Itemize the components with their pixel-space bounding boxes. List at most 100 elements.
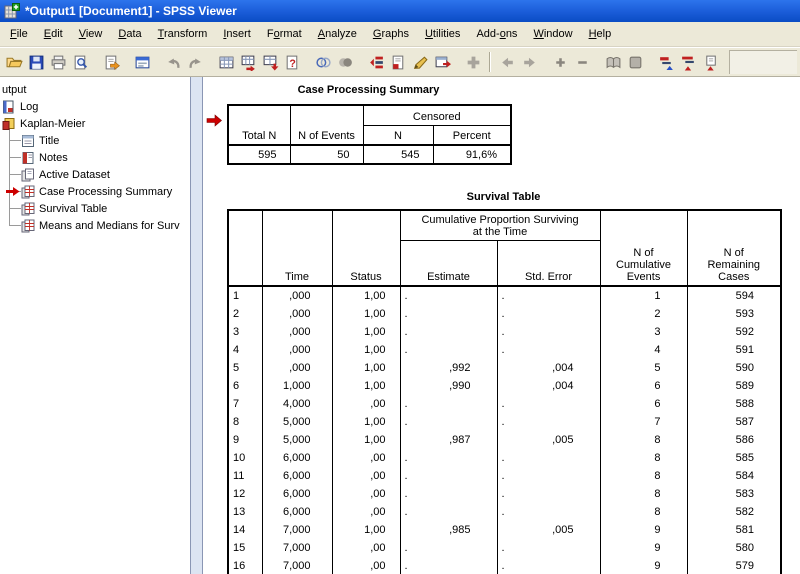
prev-output-icon[interactable] [496, 52, 518, 73]
table-cell: 7 [228, 395, 262, 413]
toolbar-gap [153, 62, 162, 63]
procedure-icon [2, 117, 17, 131]
print-icon[interactable] [47, 52, 69, 73]
table-cell: 6 [228, 377, 262, 395]
table-cell: 1,00 [332, 413, 400, 431]
table-icon [21, 219, 36, 233]
outline-item-survival-table[interactable]: Survival Table [0, 200, 190, 217]
col-header-n-remaining-cases: N of Remaining Cases [687, 210, 781, 286]
menu-item-data[interactable]: Data [110, 24, 149, 44]
table-cell: . [400, 449, 497, 467]
promote-output-icon[interactable] [655, 52, 677, 73]
table-cell: . [400, 305, 497, 323]
table-cell: 581 [687, 521, 781, 539]
outline-item-case-processing-summary[interactable]: Case Processing Summary [0, 183, 190, 200]
table-cell: ,00 [332, 485, 400, 503]
table-row: 116,000,00..8584 [228, 467, 781, 485]
table-row: 157,000,00..9580 [228, 539, 781, 557]
outline-item-active-dataset[interactable]: Active Dataset [0, 166, 190, 183]
next-output-icon[interactable] [518, 52, 540, 73]
expand-output-icon[interactable] [549, 52, 571, 73]
outline-item-kaplan-meier[interactable]: Kaplan-Meier [0, 115, 190, 132]
menu-item-transform[interactable]: Transform [150, 24, 216, 44]
survival-table[interactable]: Time Status Cumulative Proportion Surviv… [227, 209, 782, 574]
menu-item-add-ons[interactable]: Add-ons [468, 24, 525, 44]
demote-output-icon[interactable] [677, 52, 699, 73]
save-icon[interactable] [25, 52, 47, 73]
table-cell: 584 [687, 467, 781, 485]
outline-item-notes[interactable]: Notes [0, 149, 190, 166]
redo-icon[interactable] [184, 52, 206, 73]
goto-case-icon[interactable] [237, 52, 259, 73]
open-file-icon[interactable] [3, 52, 25, 73]
menu-item-file[interactable]: File [2, 24, 36, 44]
menu-item-help[interactable]: Help [581, 24, 620, 44]
variables-icon[interactable] [259, 52, 281, 73]
dataset-icon [21, 168, 36, 182]
hide-output-icon[interactable] [624, 52, 646, 73]
table-cell: . [497, 341, 600, 359]
menu-item-utilities[interactable]: Utilities [417, 24, 468, 44]
menu-item-insert[interactable]: Insert [215, 24, 259, 44]
table-cell: 11 [228, 467, 262, 485]
tree-connector [9, 225, 21, 226]
insert-heading-icon[interactable] [462, 52, 484, 73]
table-row: 136,000,00..8582 [228, 503, 781, 521]
menu-item-format[interactable]: Format [259, 24, 310, 44]
toolbar-gap [453, 62, 462, 63]
table-cell: 593 [687, 305, 781, 323]
use-variable-sets-icon[interactable]: ? [281, 52, 303, 73]
pane-splitter[interactable] [191, 77, 203, 574]
output-pane[interactable]: Case Processing Summary Total N N of Eve… [203, 77, 800, 574]
table-cell: 8 [600, 467, 687, 485]
table-cell: ,990 [400, 377, 497, 395]
toolbar-separator [489, 52, 491, 72]
insert-cases-icon[interactable] [365, 52, 387, 73]
find-icon[interactable] [312, 52, 334, 73]
outline-item-means-and-medians-for-surv[interactable]: Means and Medians for Surv [0, 217, 190, 234]
outline-item-label: utput [2, 84, 26, 96]
outline-item-title[interactable]: Title [0, 132, 190, 149]
table-cell: 579 [687, 557, 781, 574]
goto-data-icon[interactable] [215, 52, 237, 73]
table-cell: 8 [600, 485, 687, 503]
move-output-up-icon[interactable] [699, 52, 721, 73]
outline-item-log[interactable]: Log [0, 98, 190, 115]
select-last-output-icon[interactable] [387, 52, 409, 73]
title-bar[interactable]: *Output1 [Document1] - SPSS Viewer [0, 0, 800, 22]
outline-pane[interactable]: utput LogKaplan-MeierTitleNotesActive Dat… [0, 77, 191, 574]
show-output-icon[interactable] [602, 52, 624, 73]
table-cell: 8 [600, 431, 687, 449]
undo-icon[interactable] [162, 52, 184, 73]
table-cell: 16 [228, 557, 262, 574]
menu-item-edit[interactable]: Edit [36, 24, 71, 44]
dialog-recall-icon[interactable] [131, 52, 153, 73]
table-cell: 589 [687, 377, 781, 395]
insert-object-icon[interactable] [431, 52, 453, 73]
table-cell: 3 [600, 323, 687, 341]
table-row: 61,0001,00,990,0046589 [228, 377, 781, 395]
export-output-icon[interactable] [100, 52, 122, 73]
menu-item-analyze[interactable]: Analyze [310, 24, 365, 44]
table-cell: . [400, 503, 497, 521]
table-cell: 5 [228, 359, 262, 377]
outline-item-utput[interactable]: utput [0, 81, 190, 98]
table-cell: 590 [687, 359, 781, 377]
menu-item-view[interactable]: View [71, 24, 111, 44]
selected-item-arrow [6, 186, 20, 197]
table-row: 4,0001,00..4591 [228, 341, 781, 359]
print-preview-icon[interactable] [69, 52, 91, 73]
table-cell: 4 [600, 341, 687, 359]
select-cases-icon[interactable] [334, 52, 356, 73]
case-processing-summary-table[interactable]: Total N N of Events Censored N Percent 5… [227, 104, 512, 165]
designate-window-icon[interactable] [409, 52, 431, 73]
menu-item-graphs[interactable]: Graphs [365, 24, 417, 44]
table-cell: 1,000 [262, 377, 332, 395]
table-cell: 1,00 [332, 431, 400, 449]
collapse-output-icon[interactable] [571, 52, 593, 73]
survival-table-title: Survival Table [227, 191, 780, 203]
table-cell: 14 [228, 521, 262, 539]
table-cell: . [400, 413, 497, 431]
menu-item-window[interactable]: Window [525, 24, 580, 44]
survival-table-body: 1,0001,00..15942,0001,00..25933,0001,00.… [228, 286, 781, 574]
